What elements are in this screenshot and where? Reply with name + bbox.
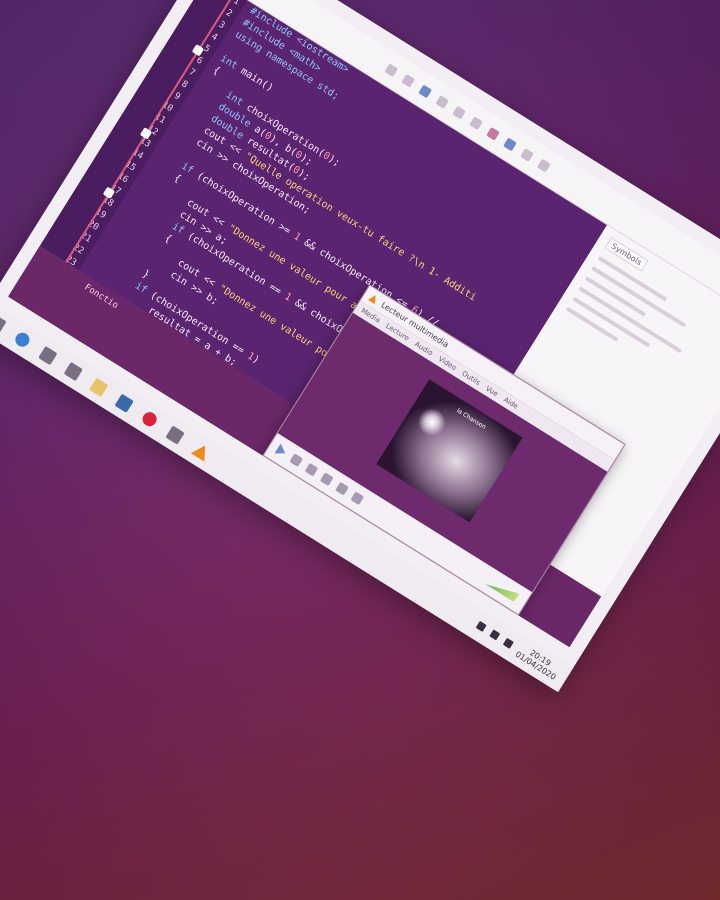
opera-icon[interactable]: [139, 409, 160, 429]
volume-icon[interactable]: [489, 629, 501, 641]
stop-icon[interactable]: [537, 158, 552, 173]
copy-icon[interactable]: [469, 115, 484, 130]
code-token: {: [210, 64, 222, 78]
save-icon[interactable]: [418, 84, 433, 98]
build-icon[interactable]: [486, 126, 501, 141]
edge-icon[interactable]: [12, 330, 33, 350]
album-flowers: [411, 401, 453, 443]
new-file-icon[interactable]: [384, 62, 399, 77]
previous-icon[interactable]: [289, 453, 304, 467]
file-icon[interactable]: [38, 345, 58, 366]
store-icon[interactable]: [63, 361, 83, 382]
clock[interactable]: 20:19 01/04/2020: [514, 642, 563, 682]
fullscreen-icon[interactable]: [335, 481, 349, 496]
vlc-icon[interactable]: [190, 441, 212, 462]
volume-slider[interactable]: [485, 576, 519, 602]
document-icon[interactable]: [165, 425, 185, 445]
stop-icon[interactable]: [304, 462, 319, 477]
photos-icon[interactable]: [114, 393, 134, 413]
network-icon[interactable]: [475, 620, 487, 632]
next-icon[interactable]: [319, 472, 334, 487]
run-icon[interactable]: [503, 137, 518, 151]
album-title: la Chanson: [455, 407, 488, 431]
play-icon[interactable]: [274, 443, 289, 459]
monitor-screen: 123456789101112131415161718192021222324 …: [0, 0, 720, 693]
open-file-icon[interactable]: [401, 73, 416, 88]
debug-icon[interactable]: [520, 147, 535, 162]
battery-icon[interactable]: [502, 637, 514, 649]
search-icon[interactable]: [0, 314, 7, 334]
player-menu-item[interactable]: Vue: [484, 384, 499, 398]
vlc-icon: [368, 293, 380, 305]
playlist-icon[interactable]: [350, 491, 365, 506]
save-all-icon[interactable]: [435, 94, 450, 109]
panel-entry[interactable]: [578, 286, 683, 354]
cut-icon[interactable]: [452, 105, 467, 120]
player-menu-item[interactable]: Aide: [502, 396, 519, 411]
folder-icon[interactable]: [89, 377, 109, 398]
